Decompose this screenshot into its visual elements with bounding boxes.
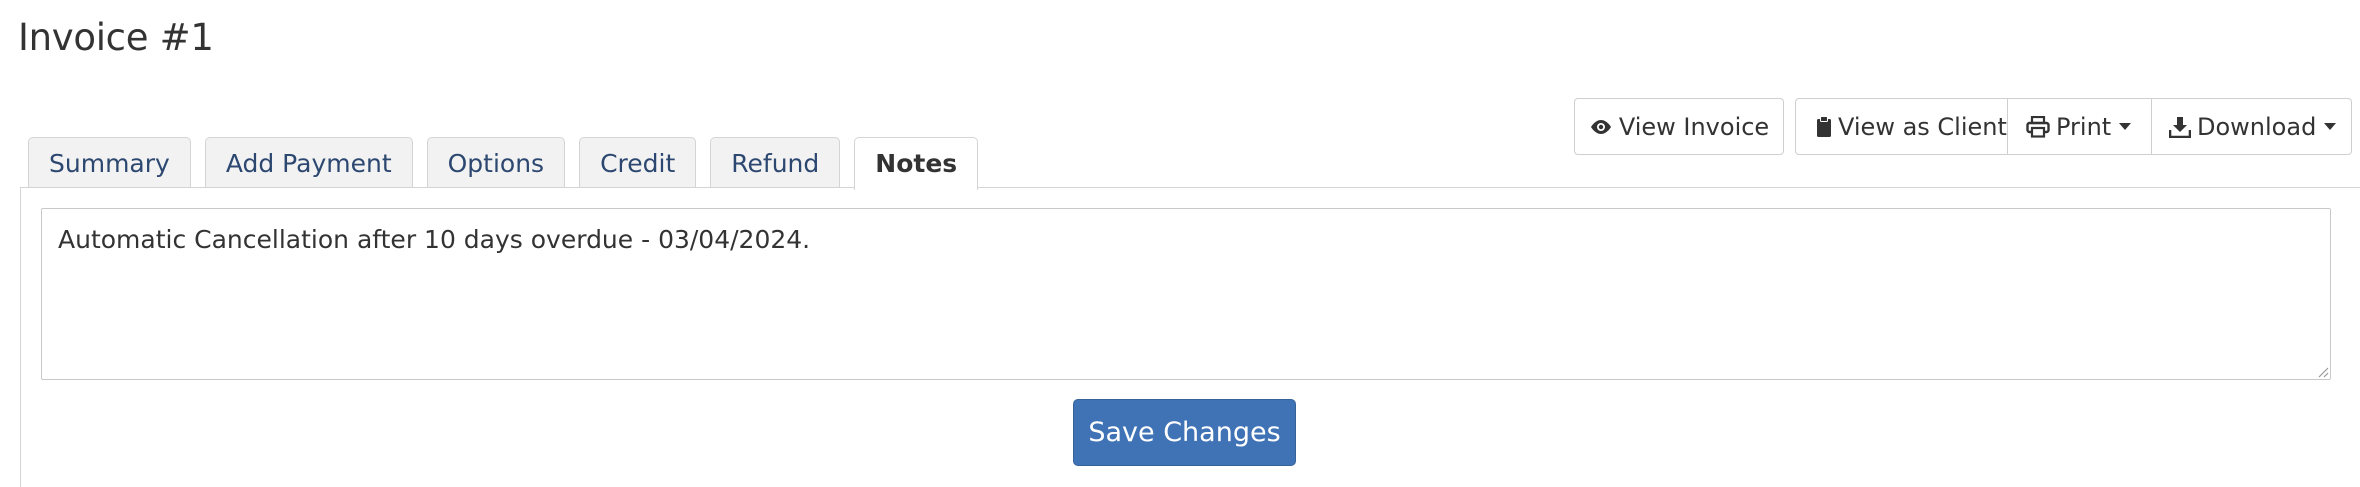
notes-panel: Automatic Cancellation after 10 days ove… [20, 187, 2360, 487]
tab-add-payment[interactable]: Add Payment [204, 137, 413, 188]
download-icon [2169, 116, 2191, 138]
view-invoice-button[interactable]: View Invoice [1574, 98, 1784, 155]
invoice-tabs: Summary Add Payment Options Credit Refun… [28, 137, 979, 190]
resize-handle-icon[interactable] [2317, 366, 2329, 378]
printer-icon [2026, 115, 2050, 138]
view-as-client-button[interactable]: View as Client [1795, 98, 2008, 155]
chevron-down-icon [2119, 123, 2132, 130]
eye-icon [1590, 119, 1611, 134]
notes-textarea[interactable]: Automatic Cancellation after 10 days ove… [41, 208, 2331, 380]
clipboard-icon [1817, 115, 1831, 137]
tab-options[interactable]: Options [426, 137, 566, 188]
invoice-actions-group: View as Client Print Download [1795, 98, 2352, 155]
view-as-client-label: View as Client [1838, 112, 2007, 141]
view-invoice-label: View Invoice [1618, 112, 1770, 141]
tab-notes[interactable]: Notes [854, 137, 979, 190]
tab-credit[interactable]: Credit [579, 137, 697, 188]
print-label: Print [2056, 112, 2112, 141]
chevron-down-icon [2324, 123, 2337, 130]
tab-refund[interactable]: Refund [710, 137, 841, 188]
download-dropdown-button[interactable]: Download [2152, 98, 2352, 155]
tab-summary[interactable]: Summary [28, 137, 191, 188]
view-invoice-toolbar: View Invoice [1574, 98, 1784, 155]
save-changes-button[interactable]: Save Changes [1073, 399, 1296, 466]
print-dropdown-button[interactable]: Print [2008, 98, 2152, 155]
download-label: Download [2197, 112, 2317, 141]
page-title: Invoice #1 [18, 16, 214, 59]
